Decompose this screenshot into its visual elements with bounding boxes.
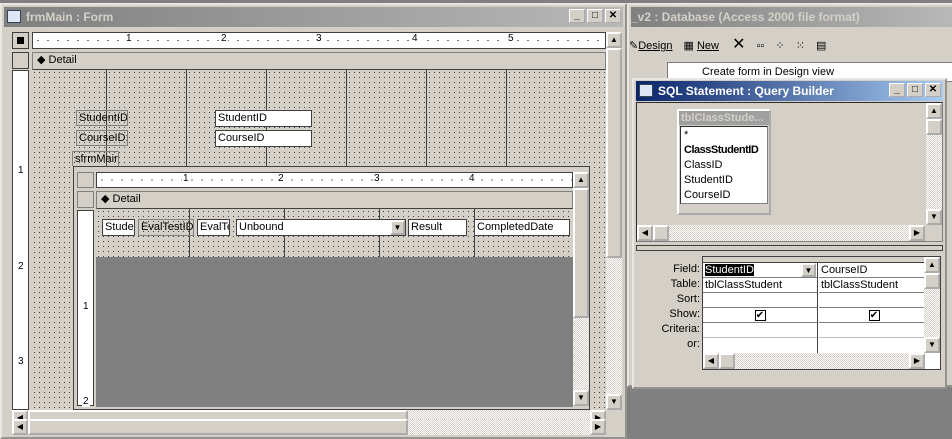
design-grid[interactable]: StudentID ▼ tblClassStudent ✔ CourseID tb… [702,256,941,370]
delete-icon[interactable]: ✕ [732,36,745,53]
design-button[interactable]: ✎Design [629,40,672,52]
evaltestid-label[interactable]: EvalTestID [138,219,194,236]
table-title[interactable]: tblClassStude... [679,111,769,125]
subform-band-selector[interactable] [77,191,94,208]
show-checkbox[interactable]: ✔ [754,310,766,321]
row-labels: Field: Table: Sort: Show: Criteria: or: [661,263,700,350]
subform-select-box[interactable] [77,172,94,188]
database-toolbar: ✎Design ▦ New ✕ ▫▫ ⁘ ⁙ ▤ [629,34,826,56]
qb-minimize-button[interactable]: _ [889,83,905,97]
detail-band-header[interactable]: ◆ Detail [32,52,606,70]
subform-label[interactable]: sfrmMain [72,151,119,166]
subform-vertical-ruler: 12 [77,210,94,407]
list-icon[interactable]: ⁙ [796,40,805,52]
band-selector[interactable] [12,52,29,69]
form-vertical-scrollbar[interactable]: ▲ ▼ [606,32,622,410]
grid-vscroll[interactable]: ▲ ▼ [924,257,940,353]
horizontal-ruler: 12345 [32,32,606,49]
maximize-button[interactable]: □ [587,9,603,23]
completeddate-textbox[interactable]: CompletedDate [474,219,570,236]
form-icon [7,10,21,23]
grid-column-1[interactable]: StudentID ▼ tblClassStudent ✔ [703,263,818,353]
field-item[interactable]: StudentID [684,173,764,188]
query-builder-title-bar[interactable]: SQL Statement : Query Builder _ □ ✕ [636,81,943,101]
form-title: frmMain : Form [26,10,114,24]
studentid-label[interactable]: StudentID [76,110,128,126]
courseid-label[interactable]: CourseID: [76,130,128,146]
pane-splitter[interactable] [636,245,943,251]
field-item[interactable]: ClassStudentID [684,143,764,158]
evalte-textbox[interactable]: EvalTe [197,219,230,236]
qb-maximize-button[interactable]: □ [907,83,923,97]
show-checkbox[interactable]: ✔ [868,310,880,321]
large-icons-icon[interactable]: ▫▫ [757,40,765,52]
details-icon[interactable]: ▤ [816,40,826,52]
subform-control[interactable]: 1234 ◆ Detail 12 ▲ ▼ [73,166,590,410]
courseid-textbox[interactable]: CourseID [215,130,312,147]
table-pane-vscroll[interactable]: ▲ ▼ [926,103,942,225]
table-pane-hscroll[interactable]: ◀ ▶ [637,225,925,241]
qb-close-button[interactable]: ✕ [925,83,941,97]
minimize-button[interactable]: _ [569,9,585,23]
query-builder-window: SQL Statement : Query Builder _ □ ✕ tblC… [632,78,947,389]
field-item[interactable]: * [684,128,764,143]
field-list[interactable]: * ClassStudentID ClassID StudentID Cours… [680,126,768,204]
subform-detail-band[interactable]: ◆ Detail [96,191,573,209]
form-title-bar[interactable]: frmMain : Form _ □ ✕ [4,7,623,27]
subform-ruler: 1234 [96,172,573,188]
subform-empty-area [96,257,573,407]
query-icon [639,84,653,97]
form-select-box[interactable] [12,32,29,49]
subform-vertical-scrollbar[interactable]: ▲ ▼ [573,172,589,406]
grid-column-2[interactable]: CourseID tblClassStudent ✔ [819,263,929,353]
close-button[interactable]: ✕ [605,9,621,23]
result-textbox[interactable]: Result [408,219,467,236]
field-item[interactable]: ClassID [684,158,764,173]
database-title-bar[interactable]: _v2 : Database (Access 2000 file format) [631,7,952,27]
table-pane: tblClassStude... * ClassStudentID ClassI… [636,102,943,242]
small-icons-icon[interactable]: ⁘ [775,40,784,52]
grid-hscroll[interactable]: ◀ ▶ [703,353,925,369]
field-dropdown-icon[interactable]: ▼ [801,263,816,277]
stude-textbox[interactable]: Stude [102,219,135,236]
studentid-textbox[interactable]: StudentID [215,110,312,127]
combo-dropdown-icon[interactable]: ▼ [390,220,405,235]
new-button[interactable]: ▦ New [684,40,719,52]
field-item[interactable]: CourseID [684,188,764,203]
table-box[interactable]: tblClassStude... * ClassStudentID ClassI… [677,109,771,215]
unbound-combobox[interactable]: Unbound ▼ [236,219,406,236]
form-horizontal-scrollbar[interactable]: ◀ ▶ [12,419,606,435]
vertical-ruler: 123 [12,70,29,410]
